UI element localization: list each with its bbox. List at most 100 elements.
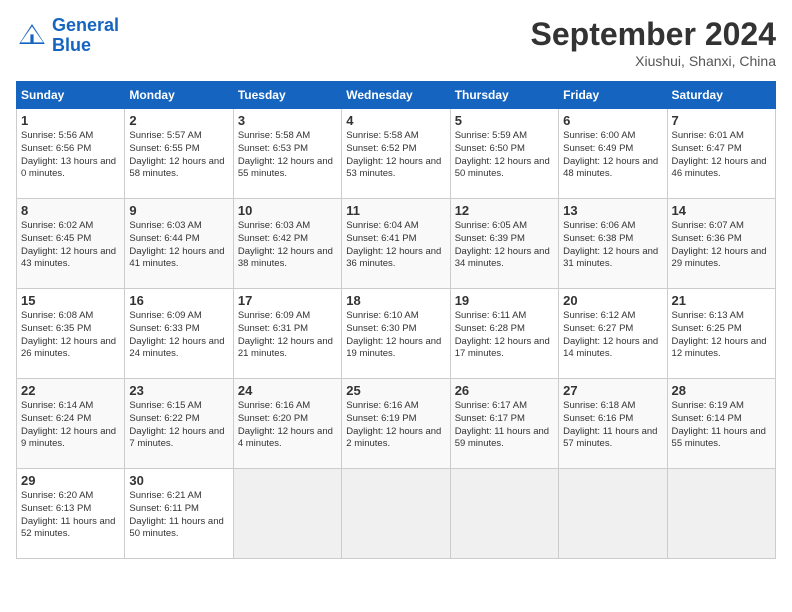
day-info: Sunrise: 6:16 AMSunset: 6:19 PMDaylight:… <box>346 400 445 451</box>
day-info: Sunrise: 6:00 AMSunset: 6:49 PMDaylight:… <box>563 130 662 181</box>
day-info: Sunrise: 6:21 AMSunset: 6:11 PMDaylight:… <box>129 490 228 541</box>
day-info: Sunrise: 6:04 AMSunset: 6:41 PMDaylight:… <box>346 220 445 271</box>
day-info: Sunrise: 6:03 AMSunset: 6:42 PMDaylight:… <box>238 220 337 271</box>
calendar-cell: 13 Sunrise: 6:06 AMSunset: 6:38 PMDaylig… <box>559 199 667 289</box>
day-number: 4 <box>346 113 445 128</box>
day-number: 20 <box>563 293 662 308</box>
header-row: SundayMondayTuesdayWednesdayThursdayFrid… <box>17 82 776 109</box>
day-number: 22 <box>21 383 120 398</box>
page-header: General Blue September 2024 Xiushui, Sha… <box>16 16 776 69</box>
day-info: Sunrise: 6:02 AMSunset: 6:45 PMDaylight:… <box>21 220 120 271</box>
day-number: 15 <box>21 293 120 308</box>
col-header-saturday: Saturday <box>667 82 775 109</box>
day-number: 28 <box>672 383 771 398</box>
day-number: 5 <box>455 113 554 128</box>
calendar-cell: 14 Sunrise: 6:07 AMSunset: 6:36 PMDaylig… <box>667 199 775 289</box>
col-header-monday: Monday <box>125 82 233 109</box>
day-number: 6 <box>563 113 662 128</box>
day-info: Sunrise: 6:09 AMSunset: 6:31 PMDaylight:… <box>238 310 337 361</box>
calendar-cell: 30 Sunrise: 6:21 AMSunset: 6:11 PMDaylig… <box>125 469 233 559</box>
calendar-week-2: 8 Sunrise: 6:02 AMSunset: 6:45 PMDayligh… <box>17 199 776 289</box>
calendar-cell <box>233 469 341 559</box>
calendar-cell: 19 Sunrise: 6:11 AMSunset: 6:28 PMDaylig… <box>450 289 558 379</box>
col-header-tuesday: Tuesday <box>233 82 341 109</box>
col-header-friday: Friday <box>559 82 667 109</box>
day-info: Sunrise: 6:10 AMSunset: 6:30 PMDaylight:… <box>346 310 445 361</box>
day-info: Sunrise: 6:18 AMSunset: 6:16 PMDaylight:… <box>563 400 662 451</box>
calendar-week-3: 15 Sunrise: 6:08 AMSunset: 6:35 PMDaylig… <box>17 289 776 379</box>
day-number: 24 <box>238 383 337 398</box>
day-info: Sunrise: 6:08 AMSunset: 6:35 PMDaylight:… <box>21 310 120 361</box>
calendar-cell: 8 Sunrise: 6:02 AMSunset: 6:45 PMDayligh… <box>17 199 125 289</box>
day-number: 14 <box>672 203 771 218</box>
calendar-cell: 25 Sunrise: 6:16 AMSunset: 6:19 PMDaylig… <box>342 379 450 469</box>
day-number: 3 <box>238 113 337 128</box>
calendar-cell: 23 Sunrise: 6:15 AMSunset: 6:22 PMDaylig… <box>125 379 233 469</box>
calendar-cell <box>559 469 667 559</box>
day-info: Sunrise: 6:17 AMSunset: 6:17 PMDaylight:… <box>455 400 554 451</box>
day-number: 10 <box>238 203 337 218</box>
calendar-cell: 5 Sunrise: 5:59 AMSunset: 6:50 PMDayligh… <box>450 109 558 199</box>
calendar-cell: 18 Sunrise: 6:10 AMSunset: 6:30 PMDaylig… <box>342 289 450 379</box>
calendar-week-5: 29 Sunrise: 6:20 AMSunset: 6:13 PMDaylig… <box>17 469 776 559</box>
day-number: 9 <box>129 203 228 218</box>
day-number: 8 <box>21 203 120 218</box>
calendar-cell <box>342 469 450 559</box>
calendar-cell: 4 Sunrise: 5:58 AMSunset: 6:52 PMDayligh… <box>342 109 450 199</box>
calendar-table: SundayMondayTuesdayWednesdayThursdayFrid… <box>16 81 776 559</box>
day-info: Sunrise: 5:57 AMSunset: 6:55 PMDaylight:… <box>129 130 228 181</box>
calendar-cell: 26 Sunrise: 6:17 AMSunset: 6:17 PMDaylig… <box>450 379 558 469</box>
day-info: Sunrise: 6:12 AMSunset: 6:27 PMDaylight:… <box>563 310 662 361</box>
calendar-cell: 12 Sunrise: 6:05 AMSunset: 6:39 PMDaylig… <box>450 199 558 289</box>
day-number: 29 <box>21 473 120 488</box>
day-number: 13 <box>563 203 662 218</box>
calendar-cell: 24 Sunrise: 6:16 AMSunset: 6:20 PMDaylig… <box>233 379 341 469</box>
day-number: 30 <box>129 473 228 488</box>
day-info: Sunrise: 6:09 AMSunset: 6:33 PMDaylight:… <box>129 310 228 361</box>
calendar-cell: 17 Sunrise: 6:09 AMSunset: 6:31 PMDaylig… <box>233 289 341 379</box>
day-number: 21 <box>672 293 771 308</box>
day-number: 7 <box>672 113 771 128</box>
calendar-cell: 28 Sunrise: 6:19 AMSunset: 6:14 PMDaylig… <box>667 379 775 469</box>
calendar-cell: 9 Sunrise: 6:03 AMSunset: 6:44 PMDayligh… <box>125 199 233 289</box>
calendar-cell: 1 Sunrise: 5:56 AMSunset: 6:56 PMDayligh… <box>17 109 125 199</box>
day-number: 26 <box>455 383 554 398</box>
day-info: Sunrise: 6:01 AMSunset: 6:47 PMDaylight:… <box>672 130 771 181</box>
calendar-week-4: 22 Sunrise: 6:14 AMSunset: 6:24 PMDaylig… <box>17 379 776 469</box>
col-header-thursday: Thursday <box>450 82 558 109</box>
day-info: Sunrise: 6:03 AMSunset: 6:44 PMDaylight:… <box>129 220 228 271</box>
calendar-cell: 21 Sunrise: 6:13 AMSunset: 6:25 PMDaylig… <box>667 289 775 379</box>
day-info: Sunrise: 6:14 AMSunset: 6:24 PMDaylight:… <box>21 400 120 451</box>
calendar-cell: 20 Sunrise: 6:12 AMSunset: 6:27 PMDaylig… <box>559 289 667 379</box>
calendar-cell: 11 Sunrise: 6:04 AMSunset: 6:41 PMDaylig… <box>342 199 450 289</box>
calendar-cell: 7 Sunrise: 6:01 AMSunset: 6:47 PMDayligh… <box>667 109 775 199</box>
day-info: Sunrise: 6:06 AMSunset: 6:38 PMDaylight:… <box>563 220 662 271</box>
calendar-cell: 29 Sunrise: 6:20 AMSunset: 6:13 PMDaylig… <box>17 469 125 559</box>
day-number: 16 <box>129 293 228 308</box>
day-info: Sunrise: 6:07 AMSunset: 6:36 PMDaylight:… <box>672 220 771 271</box>
day-number: 18 <box>346 293 445 308</box>
location: Xiushui, Shanxi, China <box>531 53 776 69</box>
day-info: Sunrise: 6:05 AMSunset: 6:39 PMDaylight:… <box>455 220 554 271</box>
day-info: Sunrise: 6:13 AMSunset: 6:25 PMDaylight:… <box>672 310 771 361</box>
calendar-cell: 16 Sunrise: 6:09 AMSunset: 6:33 PMDaylig… <box>125 289 233 379</box>
day-number: 11 <box>346 203 445 218</box>
day-info: Sunrise: 6:19 AMSunset: 6:14 PMDaylight:… <box>672 400 771 451</box>
calendar-cell: 3 Sunrise: 5:58 AMSunset: 6:53 PMDayligh… <box>233 109 341 199</box>
day-info: Sunrise: 5:58 AMSunset: 6:52 PMDaylight:… <box>346 130 445 181</box>
logo-text: General Blue <box>52 16 119 56</box>
calendar-week-1: 1 Sunrise: 5:56 AMSunset: 6:56 PMDayligh… <box>17 109 776 199</box>
day-number: 1 <box>21 113 120 128</box>
day-info: Sunrise: 5:59 AMSunset: 6:50 PMDaylight:… <box>455 130 554 181</box>
logo-icon <box>16 20 48 52</box>
calendar-cell: 2 Sunrise: 5:57 AMSunset: 6:55 PMDayligh… <box>125 109 233 199</box>
day-info: Sunrise: 5:58 AMSunset: 6:53 PMDaylight:… <box>238 130 337 181</box>
calendar-cell: 10 Sunrise: 6:03 AMSunset: 6:42 PMDaylig… <box>233 199 341 289</box>
day-info: Sunrise: 6:20 AMSunset: 6:13 PMDaylight:… <box>21 490 120 541</box>
calendar-cell: 22 Sunrise: 6:14 AMSunset: 6:24 PMDaylig… <box>17 379 125 469</box>
day-number: 19 <box>455 293 554 308</box>
logo: General Blue <box>16 16 119 56</box>
day-info: Sunrise: 6:11 AMSunset: 6:28 PMDaylight:… <box>455 310 554 361</box>
day-number: 17 <box>238 293 337 308</box>
calendar-cell: 27 Sunrise: 6:18 AMSunset: 6:16 PMDaylig… <box>559 379 667 469</box>
